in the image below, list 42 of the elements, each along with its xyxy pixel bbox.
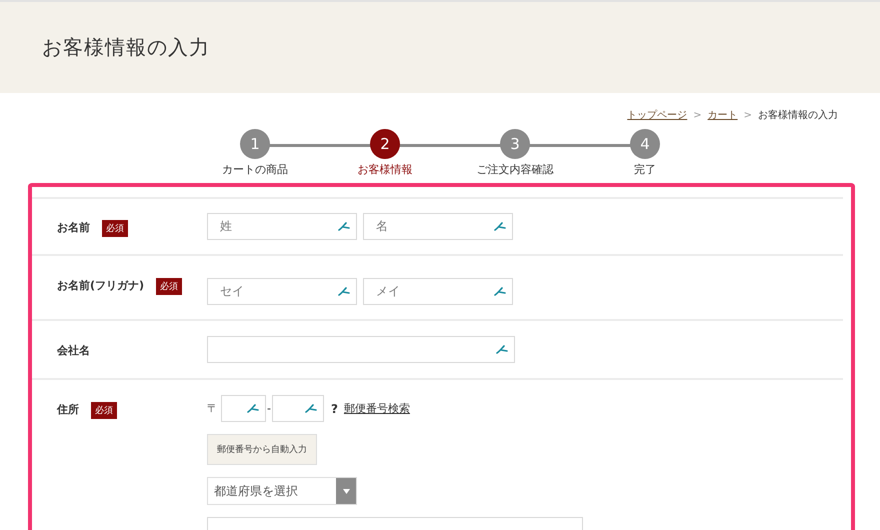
required-badge: 必須 — [91, 402, 117, 419]
text-field[interactable]: 名 — [363, 213, 513, 240]
field-label: お名前(フリガナ) — [57, 278, 144, 293]
autofill-icon — [338, 222, 350, 231]
breadcrumb-separator: > — [693, 110, 702, 120]
step-number: 2 — [370, 129, 400, 159]
text-field[interactable] — [207, 336, 515, 363]
field-label: 会社名 — [57, 343, 90, 358]
autofill-icon — [247, 404, 259, 413]
step-label: お客様情報 — [358, 162, 412, 177]
step-label: 完了 — [634, 162, 656, 177]
text-field[interactable]: メイ — [363, 278, 513, 305]
text-field[interactable]: セイ — [207, 278, 357, 305]
text-field[interactable] — [272, 395, 324, 422]
step-number: 3 — [500, 129, 530, 159]
required-badge: 必須 — [102, 220, 128, 237]
autofill-icon — [496, 345, 508, 354]
autofill-icon — [338, 287, 350, 296]
field-label: お名前 — [57, 220, 90, 235]
field-label: 住所 — [57, 402, 79, 417]
autofill-icon — [304, 404, 317, 413]
step-number: 4 — [630, 129, 660, 159]
step-label: カートの商品 — [222, 162, 288, 177]
step-label: ご注文内容確認 — [476, 162, 554, 177]
autofill-button[interactable]: 郵便番号から自動入力 — [207, 434, 317, 465]
autofill-icon — [494, 287, 506, 296]
breadcrumb-link[interactable]: トップページ — [627, 108, 688, 122]
required-badge: 必須 — [156, 278, 182, 295]
text-field[interactable]: 姓 — [207, 213, 357, 240]
breadcrumb-current: お客様情報の入力 — [758, 108, 838, 122]
breadcrumb-link[interactable]: カート — [708, 108, 738, 122]
page-title: お客様情報の入力 — [42, 34, 210, 61]
text-field[interactable] — [221, 395, 266, 422]
autofill-icon — [494, 222, 506, 231]
prefecture-select[interactable]: 都道府県を選択 — [207, 477, 357, 505]
step-number: 1 — [240, 129, 270, 159]
dropdown-arrow-icon — [342, 488, 350, 494]
help-icon[interactable]: ? — [330, 402, 338, 416]
postal-mark: 〒 — [207, 401, 218, 416]
breadcrumb-separator: > — [744, 110, 752, 120]
postal-search-link[interactable]: 郵便番号検索 — [344, 401, 410, 416]
hyphen: - — [267, 402, 271, 415]
